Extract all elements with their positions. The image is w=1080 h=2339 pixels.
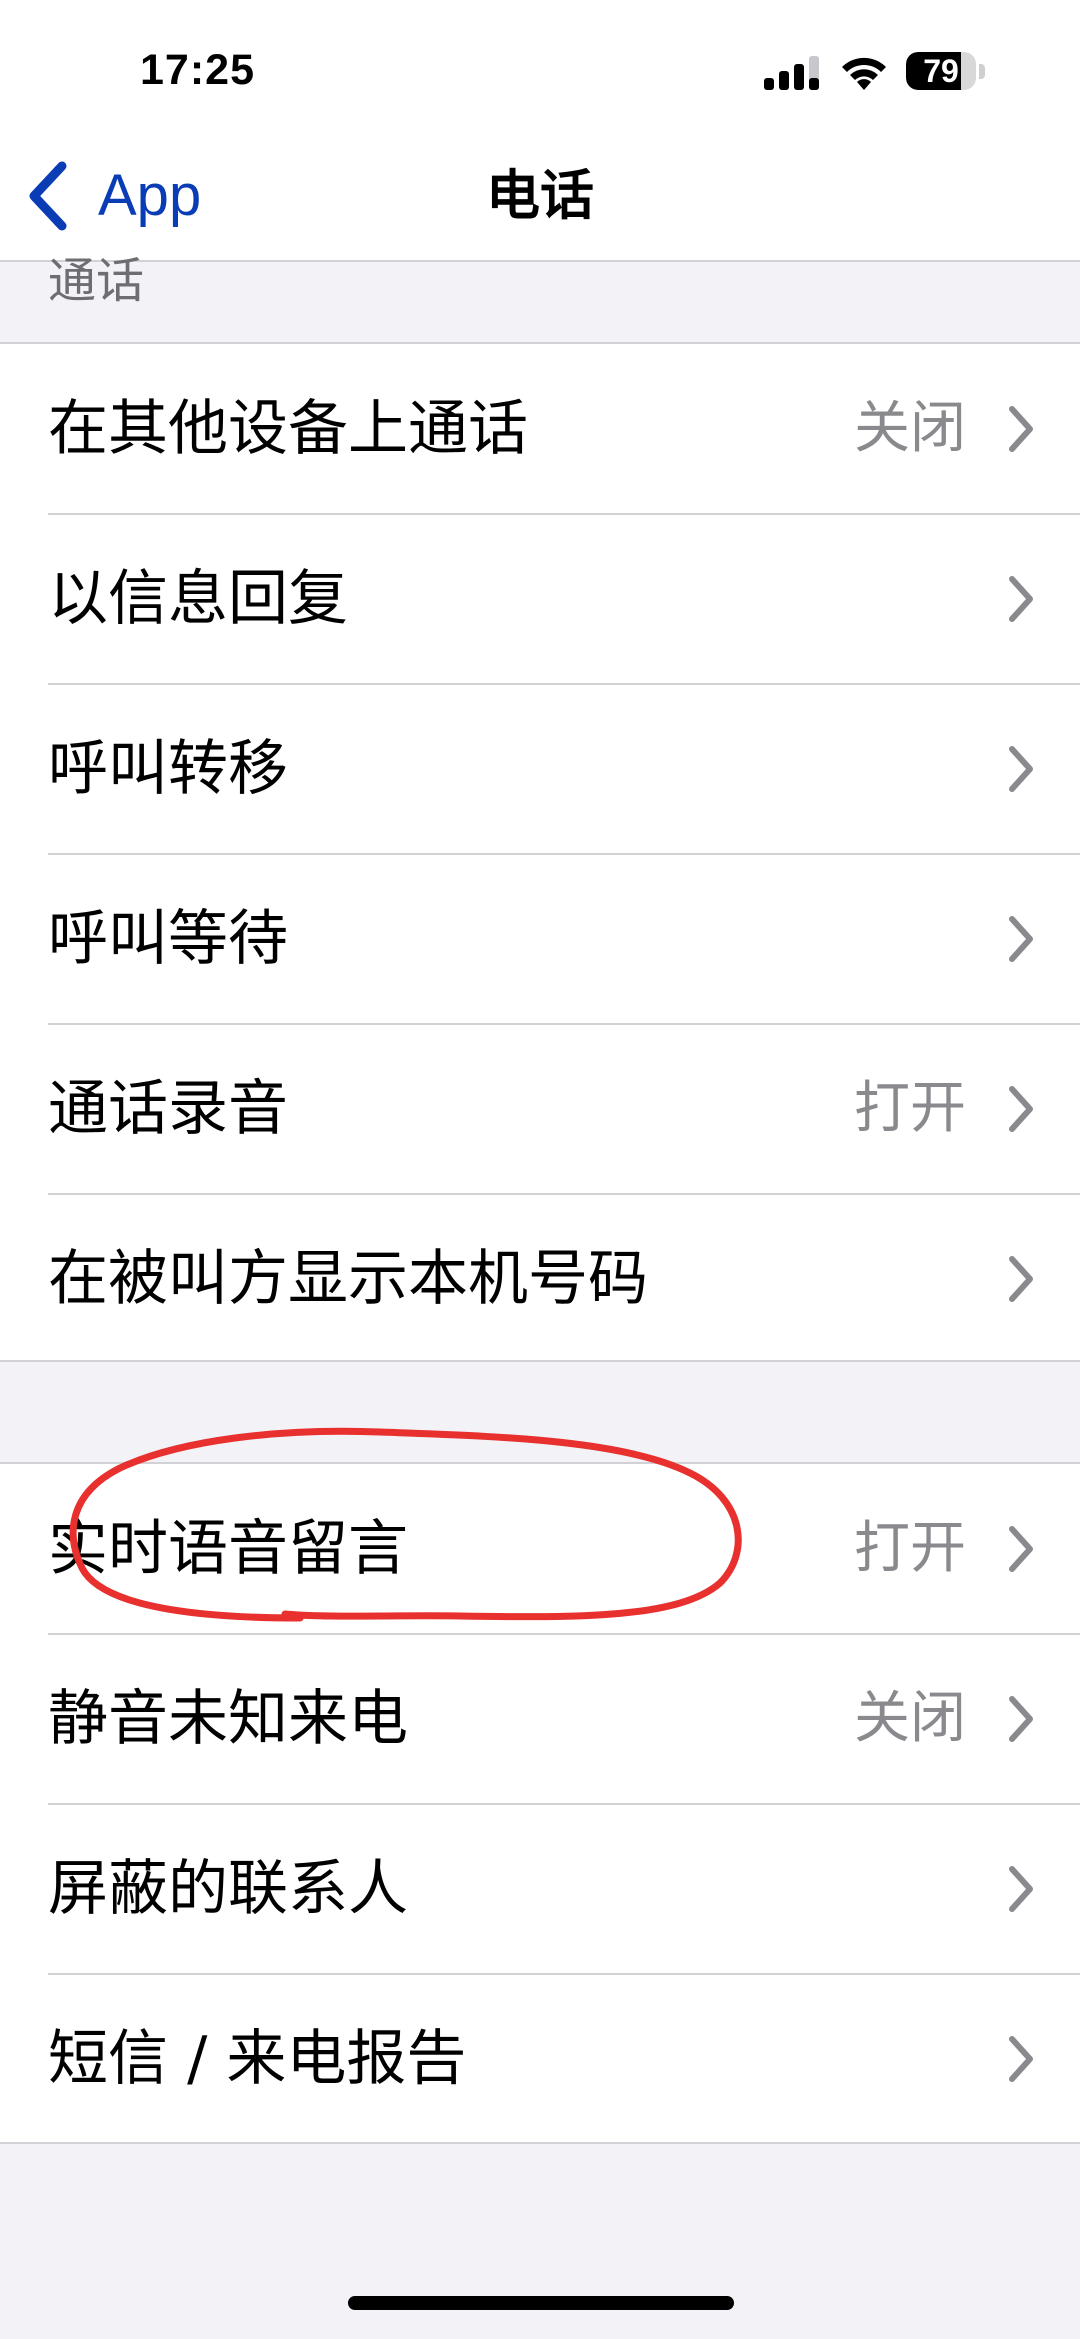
- section-header: 通话: [48, 253, 145, 309]
- row-call-waiting[interactable]: 呼叫等待: [0, 853, 1080, 1024]
- battery-tip: [979, 64, 985, 79]
- row-value: 打开: [854, 1076, 966, 1141]
- wifi-icon: [842, 57, 886, 90]
- row-label: 以信息回复: [48, 564, 348, 634]
- back-button[interactable]: App: [22, 158, 201, 234]
- row-show-caller-id[interactable]: 在被叫方显示本机号码: [0, 1193, 1080, 1364]
- row-label: 在被叫方显示本机号码: [48, 1244, 648, 1314]
- row-label: 实时语音留言: [48, 1514, 408, 1584]
- row-calls-on-other-devices[interactable]: 在其他设备上通话 关闭: [0, 344, 1080, 514]
- row-blocked-contacts[interactable]: 屏蔽的联系人: [0, 1803, 1080, 1974]
- battery-body: 79: [906, 52, 976, 90]
- row-live-voicemail[interactable]: 实时语音留言 打开: [0, 1464, 1080, 1634]
- page-title: 电话: [486, 164, 594, 227]
- row-label: 屏蔽的联系人: [48, 1854, 408, 1924]
- chevron-right-icon: [1009, 1866, 1033, 1912]
- back-button-label: App: [98, 163, 202, 228]
- chevron-right-icon: [1009, 1526, 1033, 1572]
- chevron-right-icon: [1009, 406, 1033, 452]
- battery-icon: 79: [906, 52, 986, 92]
- status-time: 17:25: [140, 46, 255, 94]
- row-call-recording[interactable]: 通话录音 打开: [0, 1023, 1080, 1194]
- row-value: 关闭: [854, 396, 966, 461]
- row-label: 通话录音: [48, 1074, 288, 1144]
- row-label: 静音未知来电: [48, 1684, 408, 1754]
- chevron-right-icon: [1009, 916, 1033, 962]
- chevron-right-icon: [1009, 2036, 1033, 2082]
- row-value: 关闭: [854, 1686, 966, 1751]
- battery-level: 79: [923, 53, 959, 89]
- row-respond-with-text[interactable]: 以信息回复: [0, 513, 1080, 684]
- status-bar: 17:25 79: [0, 0, 1080, 120]
- chevron-right-icon: [1009, 1086, 1033, 1132]
- settings-group-calls: 在其他设备上通话 关闭 以信息回复 呼叫转移 呼叫等待 通话录音 打开 在被叫方…: [0, 342, 1080, 1362]
- row-value: 打开: [854, 1516, 966, 1581]
- row-label: 呼叫转移: [48, 734, 288, 804]
- row-call-forwarding[interactable]: 呼叫转移: [0, 683, 1080, 854]
- cellular-signal-icon: [764, 56, 819, 90]
- row-sms-call-reporting[interactable]: 短信 / 来电报告: [0, 1973, 1080, 2144]
- chevron-right-icon: [1009, 1696, 1033, 1742]
- navigation-bar: App 电话: [0, 120, 1080, 262]
- chevron-right-icon: [1009, 1256, 1033, 1302]
- settings-group-voicemail: 实时语音留言 打开 静音未知来电 关闭 屏蔽的联系人 短信 / 来电报告: [0, 1462, 1080, 2144]
- chevron-right-icon: [1009, 746, 1033, 792]
- home-indicator[interactable]: [348, 2296, 734, 2310]
- row-label: 呼叫等待: [48, 904, 288, 974]
- chevron-left-icon: [29, 161, 67, 231]
- row-silence-unknown-callers[interactable]: 静音未知来电 关闭: [0, 1633, 1080, 1804]
- chevron-right-icon: [1009, 576, 1033, 622]
- row-label: 在其他设备上通话: [48, 394, 528, 464]
- row-label: 短信 / 来电报告: [48, 2024, 467, 2094]
